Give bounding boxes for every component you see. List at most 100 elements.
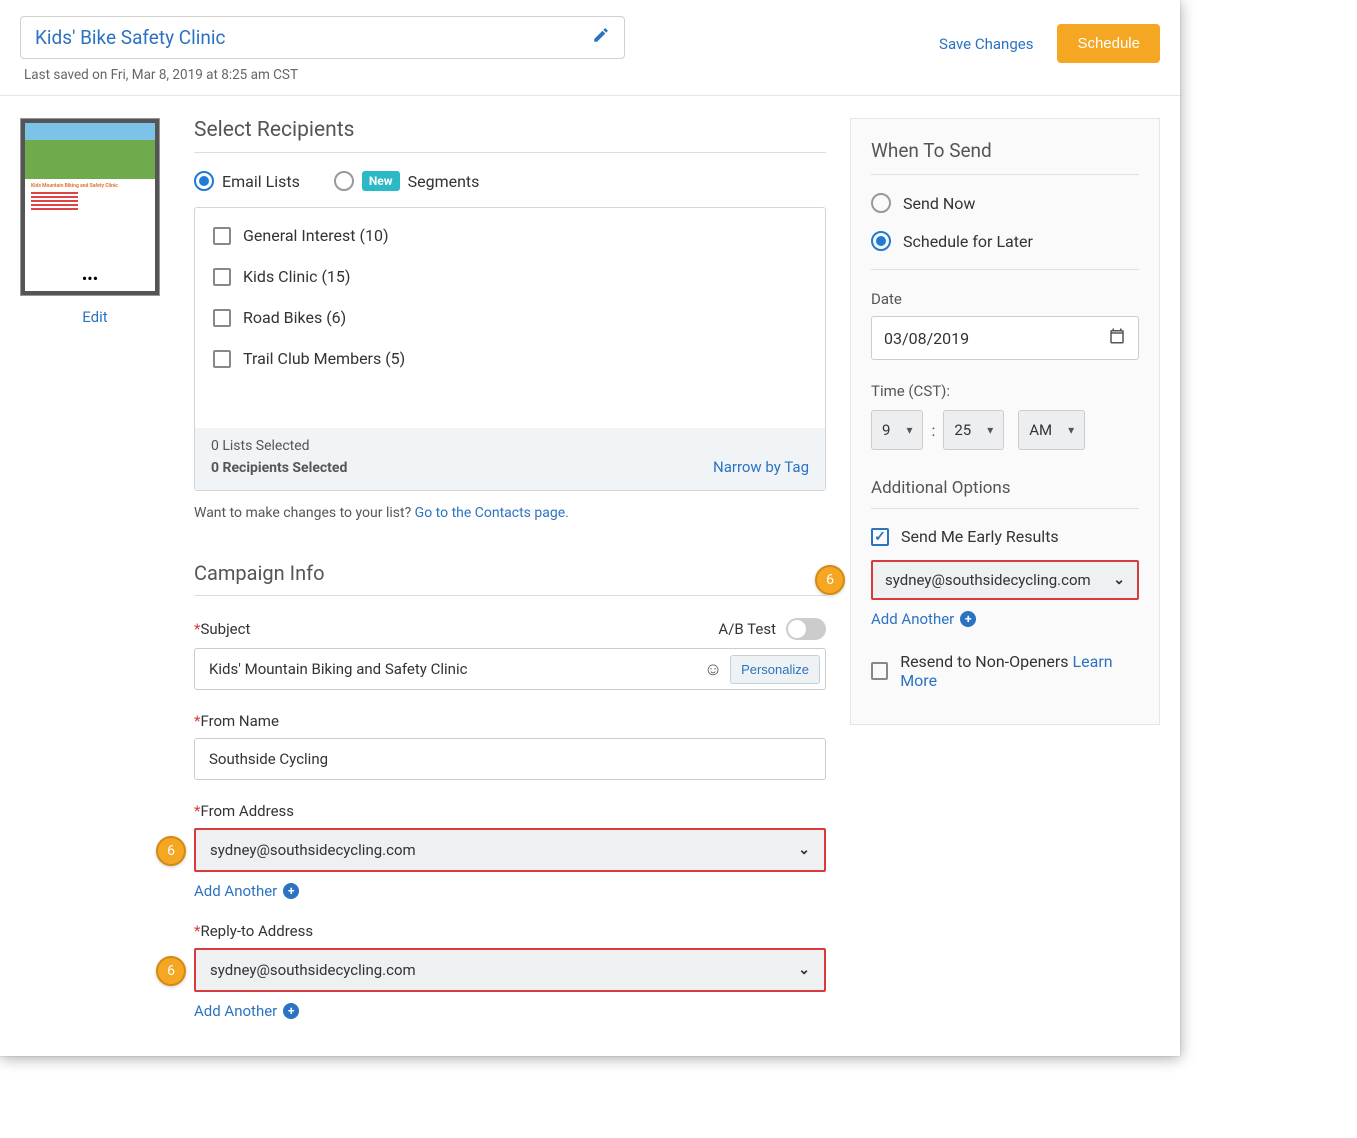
body: Kids Mountain Biking and Safety Clinic •… <box>0 96 1180 1056</box>
plus-icon: + <box>283 883 299 899</box>
early-results-row: ✓ Send Me Early Results <box>871 527 1139 546</box>
send-now-row: Send Now <box>871 193 1139 213</box>
last-saved-text: Last saved on Fri, Mar 8, 2019 at 8:25 a… <box>24 67 625 83</box>
abtest-label: A/B Test <box>718 620 776 638</box>
segments-radio[interactable] <box>334 171 354 191</box>
list-checkbox[interactable] <box>213 350 231 368</box>
segments-label: Segments <box>408 172 480 191</box>
title-area: Kids' Bike Safety Clinic Last saved on F… <box>20 16 625 83</box>
minute-value: 25 <box>954 421 971 439</box>
reply-to-value: sydney@southsidecycling.com <box>210 961 416 979</box>
plus-icon: + <box>283 1003 299 1019</box>
header: Kids' Bike Safety Clinic Last saved on F… <box>0 0 1180 96</box>
date-label: Date <box>871 290 1139 308</box>
reply-to-select[interactable]: sydney@southsidecycling.com ⌄ <box>194 948 826 992</box>
list-label: Kids Clinic (15) <box>243 267 350 286</box>
early-results-checkbox[interactable]: ✓ <box>871 528 889 546</box>
campaign-info-title: Campaign Info <box>194 561 826 596</box>
preview-heading: Kids Mountain Biking and Safety Clinic <box>31 183 149 189</box>
from-name-label: From Name <box>200 712 278 730</box>
send-now-radio[interactable] <box>871 193 891 213</box>
hour-value: 9 <box>882 421 890 439</box>
from-name-field: *From Name Southside Cycling <box>194 712 826 780</box>
main-column: Select Recipients Email Lists New Segmen… <box>194 118 826 1026</box>
edit-preview-link[interactable]: Edit <box>20 308 170 326</box>
save-changes-link[interactable]: Save Changes <box>939 35 1033 53</box>
list-item: Road Bikes (6) <box>213 308 807 327</box>
add-another-early-link[interactable]: Add Another + <box>871 610 976 628</box>
date-input[interactable]: 03/08/2019 <box>871 316 1139 360</box>
recipient-type-row: Email Lists New Segments <box>194 171 826 191</box>
header-actions: Save Changes Schedule <box>939 16 1160 63</box>
resend-row: Resend to Non-Openers Learn More <box>871 652 1139 690</box>
list-checkbox[interactable] <box>213 227 231 245</box>
schedule-later-row: Schedule for Later <box>871 231 1139 251</box>
subject-input[interactable]: Kids' Mountain Biking and Safety Clinic <box>195 649 696 689</box>
contacts-page-link[interactable]: Go to the Contacts page. <box>415 505 569 521</box>
lists-selected-count: 0 Lists Selected <box>211 438 347 454</box>
list-label: General Interest (10) <box>243 226 389 245</box>
recipients-selected-count: 0 Recipients Selected <box>211 460 347 476</box>
when-to-send-title: When To Send <box>871 139 1139 175</box>
time-colon: : <box>931 421 935 440</box>
lists-counts: 0 Lists Selected 0 Recipients Selected <box>211 438 347 476</box>
list-item: Kids Clinic (15) <box>213 267 807 286</box>
narrow-by-tag-link[interactable]: Narrow by Tag <box>713 458 809 476</box>
send-now-label: Send Now <box>903 194 975 213</box>
ampm-value: AM <box>1029 421 1052 439</box>
email-preview-thumbnail[interactable]: Kids Mountain Biking and Safety Clinic •… <box>20 118 160 296</box>
from-address-label: From Address <box>200 802 294 820</box>
pencil-icon[interactable] <box>592 26 610 49</box>
early-results-email-value: sydney@southsidecycling.com <box>885 571 1091 589</box>
lists-footer: 0 Lists Selected 0 Recipients Selected N… <box>195 428 825 490</box>
email-lists-items: General Interest (10) Kids Clinic (15) R… <box>195 208 825 428</box>
subject-label: Subject <box>200 620 250 638</box>
add-another-from-link[interactable]: Add Another + <box>194 882 299 900</box>
chevron-down-icon: ▾ <box>1068 423 1074 437</box>
email-lists-label: Email Lists <box>222 172 300 191</box>
subject-input-group: Kids' Mountain Biking and Safety Clinic … <box>194 648 826 690</box>
preview-column: Kids Mountain Biking and Safety Clinic •… <box>20 118 170 1026</box>
chevron-down-icon: ⌄ <box>1113 572 1125 588</box>
personalize-button[interactable]: Personalize <box>730 655 820 684</box>
time-label: Time (CST): <box>871 382 1139 400</box>
callout-badge: 6 <box>156 956 186 986</box>
select-recipients-title: Select Recipients <box>194 118 826 153</box>
callout-badge: 6 <box>156 836 186 866</box>
helper-prefix: Want to make changes to your list? <box>194 505 415 521</box>
ampm-select[interactable]: AM ▾ <box>1018 410 1085 450</box>
resend-checkbox[interactable] <box>871 662 888 680</box>
abtest-toggle[interactable] <box>786 618 826 640</box>
email-lists-radio[interactable] <box>194 171 214 191</box>
minute-select[interactable]: 25 ▾ <box>943 410 1004 450</box>
schedule-later-radio[interactable] <box>871 231 891 251</box>
abtest-control: A/B Test <box>718 618 826 640</box>
resend-label: Resend to Non-Openers <box>900 652 1068 671</box>
from-address-field: *From Address sydney@southsidecycling.co… <box>194 802 826 900</box>
chevron-down-icon: ▾ <box>906 423 912 437</box>
additional-options-title: Additional Options <box>871 478 1139 509</box>
schedule-button[interactable]: Schedule <box>1057 24 1160 63</box>
date-value: 03/08/2019 <box>884 329 969 348</box>
list-item: Trail Club Members (5) <box>213 349 807 368</box>
new-badge: New <box>362 171 400 191</box>
early-results-email-select[interactable]: sydney@southsidecycling.com ⌄ <box>871 560 1139 600</box>
campaign-title-input[interactable]: Kids' Bike Safety Clinic <box>20 16 625 59</box>
list-label: Trail Club Members (5) <box>243 349 405 368</box>
from-address-select[interactable]: sydney@southsidecycling.com ⌄ <box>194 828 826 872</box>
schedule-later-label: Schedule for Later <box>903 232 1033 251</box>
list-checkbox[interactable] <box>213 309 231 327</box>
hour-select[interactable]: 9 ▾ <box>871 410 923 450</box>
email-lists-box: General Interest (10) Kids Clinic (15) R… <box>194 207 826 491</box>
reply-to-label: Reply-to Address <box>200 922 313 940</box>
subject-field: *Subject A/B Test Kids' Mountain Biking … <box>194 618 826 690</box>
list-label: Road Bikes (6) <box>243 308 346 327</box>
add-another-reply-link[interactable]: Add Another + <box>194 1002 299 1020</box>
chevron-down-icon: ⌄ <box>798 962 810 978</box>
list-checkbox[interactable] <box>213 268 231 286</box>
from-name-input[interactable]: Southside Cycling <box>194 738 826 780</box>
from-address-value: sydney@southsidecycling.com <box>210 841 416 859</box>
calendar-icon[interactable] <box>1108 327 1126 349</box>
emoji-icon[interactable]: ☺ <box>696 649 730 689</box>
chevron-down-icon: ▾ <box>987 423 993 437</box>
